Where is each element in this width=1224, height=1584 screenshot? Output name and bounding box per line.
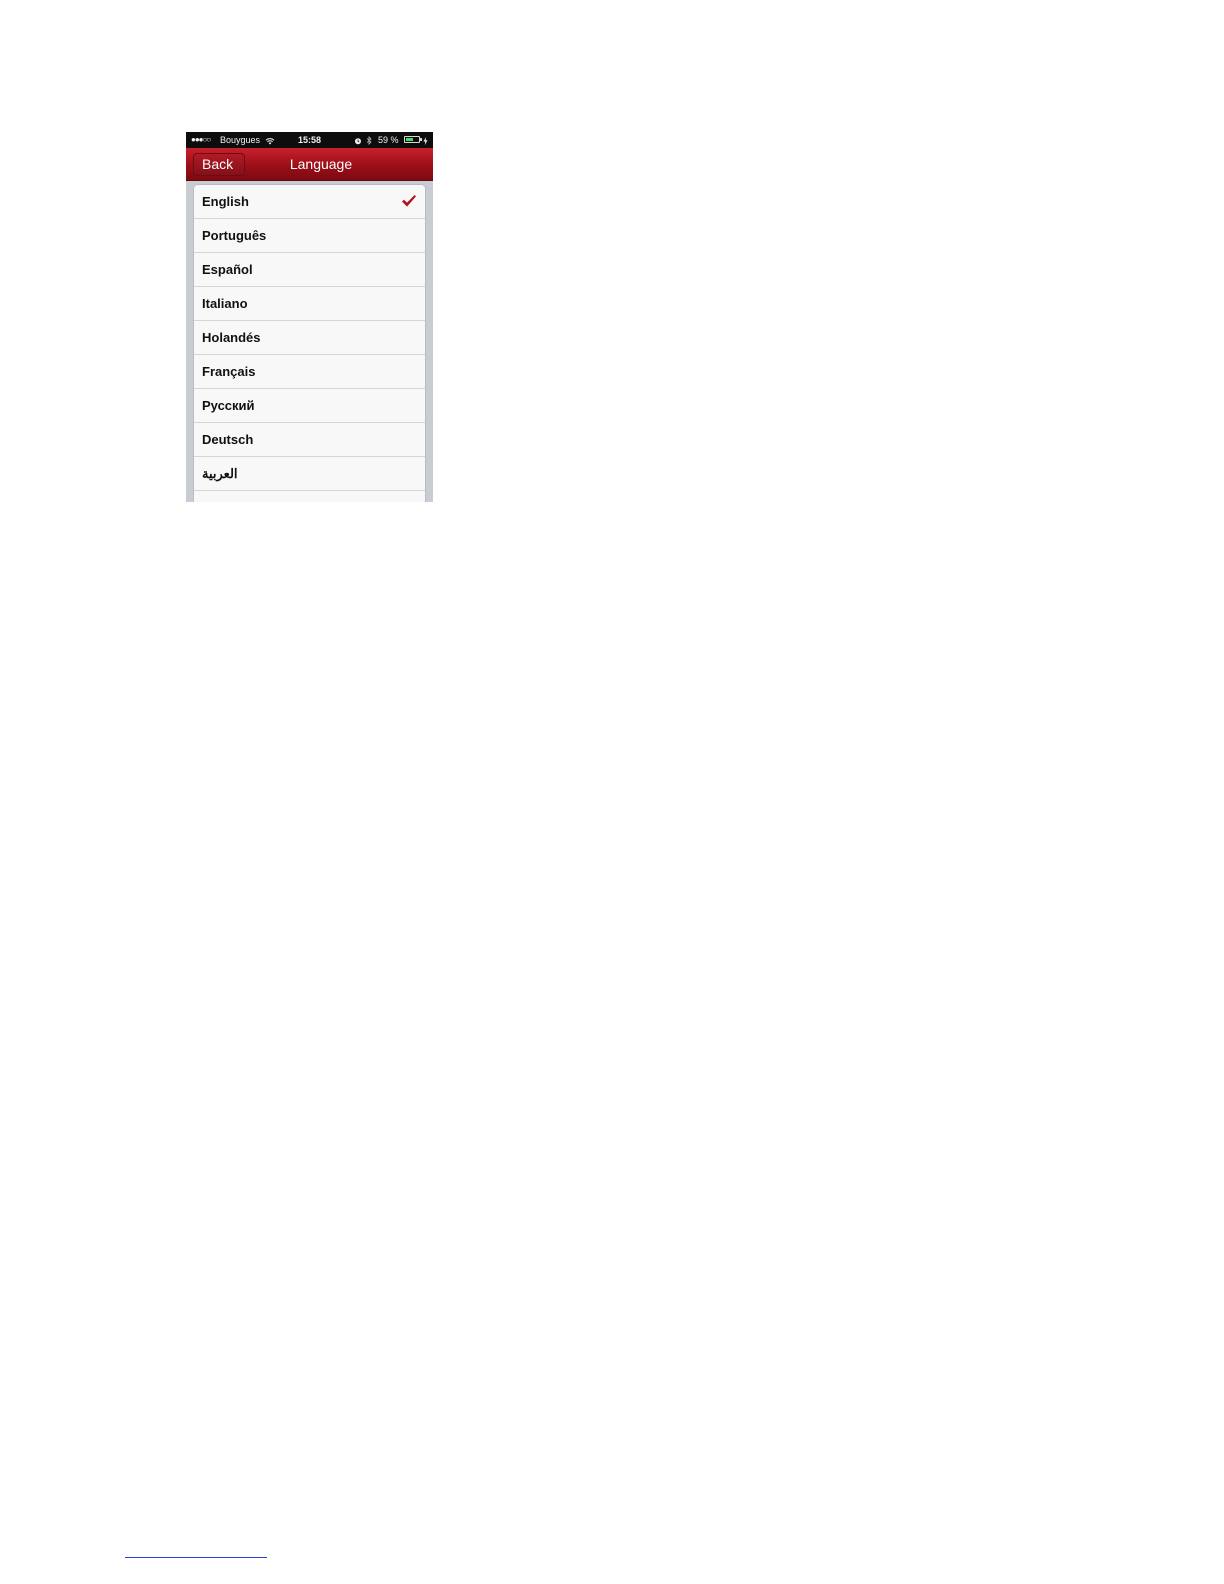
language-label: العربية [202,466,238,481]
bluetooth-icon [366,132,372,148]
language-label: Holandés [202,330,261,345]
battery-percent: 59 % [378,135,399,145]
signal-strength-icon: ●●●○○ [191,135,211,144]
language-item[interactable]: Português [194,219,425,253]
carrier-name: Bouygues [220,135,261,145]
language-item[interactable]: Italiano [194,287,425,321]
page: ●●●○○ Bouygues 15:58 59 % Language Back … [0,0,1224,1584]
battery-level-fill [406,138,413,141]
footnote-divider [125,1557,267,1558]
language-item[interactable]: Holandés [194,321,425,355]
checkmark-icon [402,195,416,207]
language-item[interactable]: Español [194,253,425,287]
status-bar: ●●●○○ Bouygues 15:58 59 % [186,132,433,148]
language-label: English [202,194,249,209]
wifi-icon [265,132,275,148]
language-item[interactable]: Français [194,355,425,389]
battery-icon [404,136,422,143]
language-item[interactable]: English [194,185,425,219]
status-time: 15:58 [298,135,322,145]
alarm-icon [354,132,362,148]
charging-icon [423,132,428,148]
language-label: Português [202,228,267,243]
navigation-bar: Language Back [186,148,433,181]
language-label: Русский [202,398,255,413]
language-list: English Português Español Italiano Holandés F… [193,184,426,502]
language-item-partial[interactable] [194,491,425,502]
phone-screenshot: ●●●○○ Bouygues 15:58 59 % Language Back … [186,132,433,502]
language-label: Italiano [202,296,248,311]
language-item[interactable]: العربية [194,457,425,491]
language-item[interactable]: Deutsch [194,423,425,457]
language-item[interactable]: Русский [194,389,425,423]
language-label: Français [202,364,256,379]
battery-nub [420,138,422,141]
language-label: Deutsch [202,432,254,447]
language-label: Español [202,262,253,277]
back-button[interactable]: Back [193,153,245,176]
